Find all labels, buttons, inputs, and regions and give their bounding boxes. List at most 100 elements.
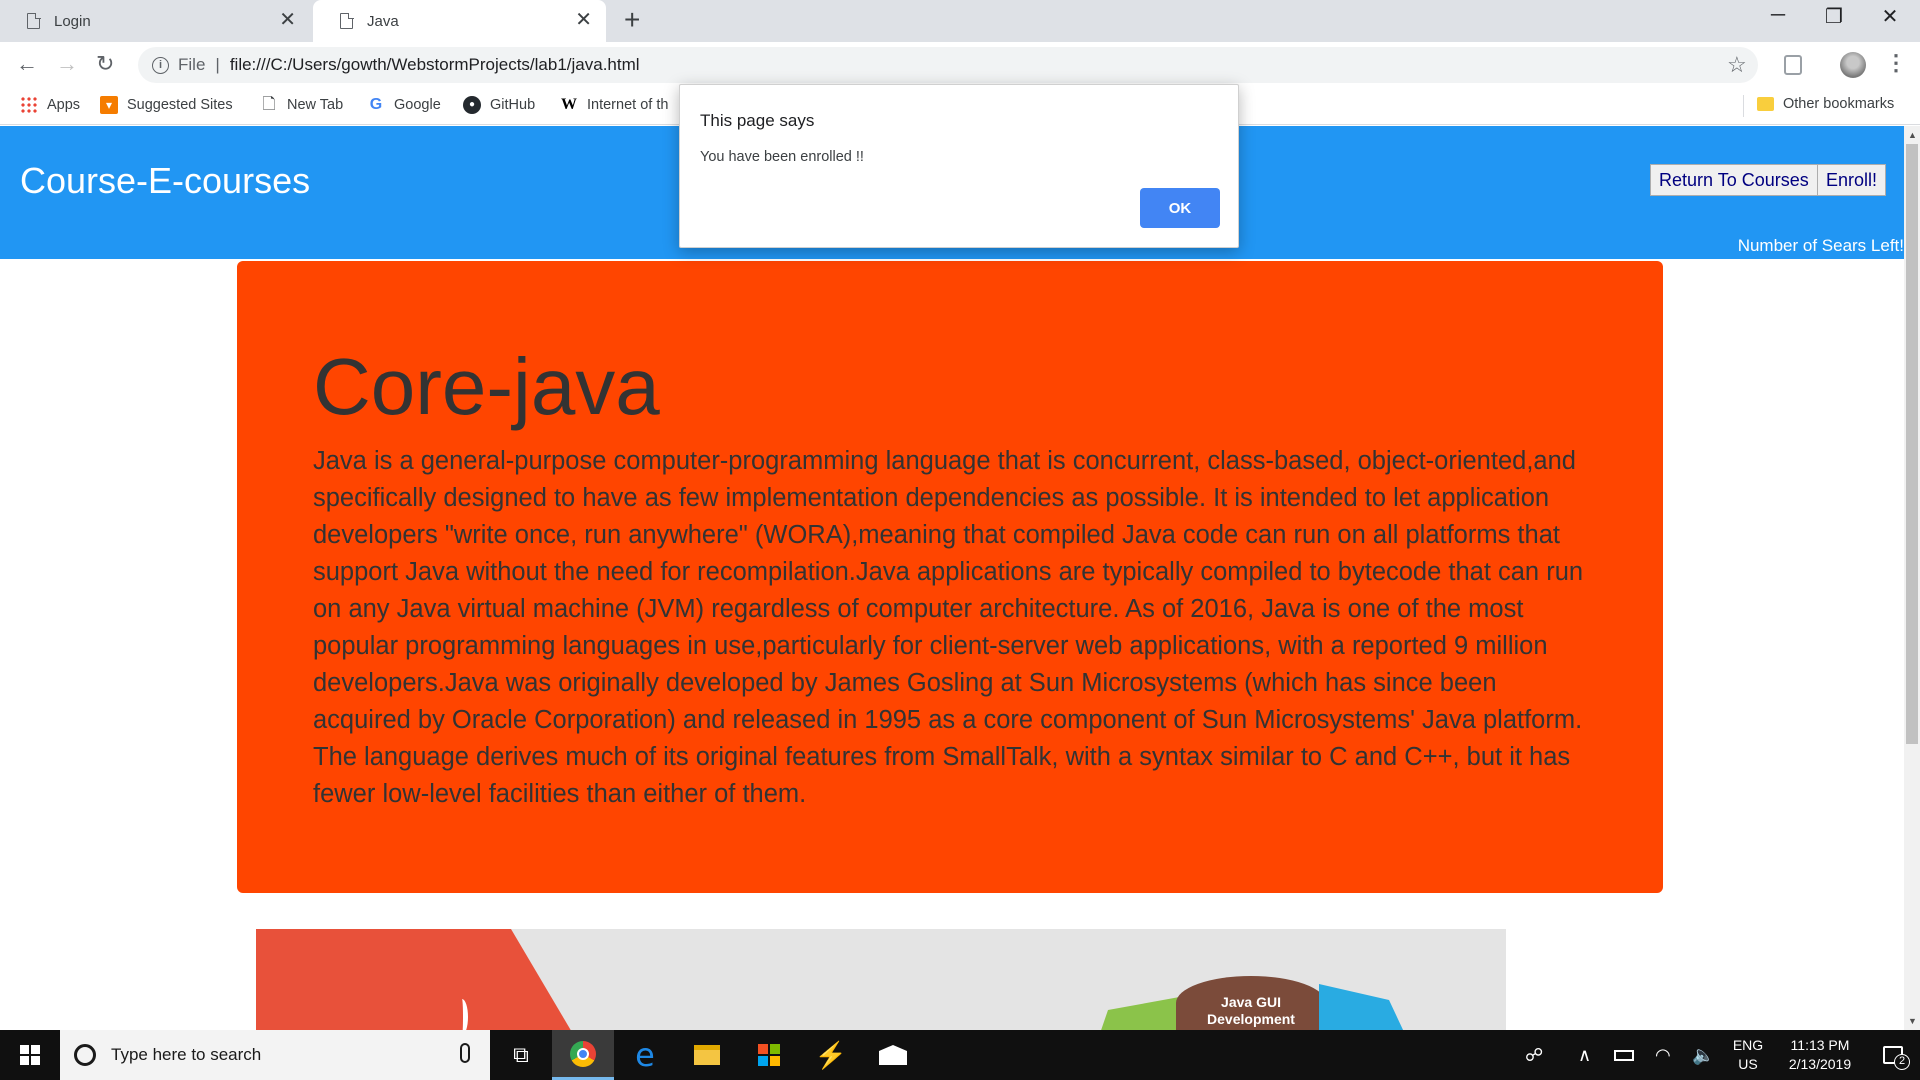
lang-line-1: ENG xyxy=(1732,1037,1764,1053)
alert-ok-button[interactable]: OK xyxy=(1140,188,1220,228)
address-bar[interactable]: i File | file:///C:/Users/gowth/Webstorm… xyxy=(138,47,1758,83)
lang-line-2: US xyxy=(1738,1056,1758,1072)
bookmark-other[interactable]: Other bookmarks xyxy=(1757,96,1894,112)
scroll-down-arrow-icon[interactable]: ▼ xyxy=(1908,1016,1917,1026)
webstorm-icon[interactable]: ⚡ xyxy=(800,1030,862,1080)
url-text[interactable]: file:///C:/Users/gowth/WebstormProjects/… xyxy=(230,55,640,75)
google-icon: G xyxy=(369,96,383,113)
tab-java[interactable]: Java ✕ xyxy=(313,0,606,42)
taskbar-chrome[interactable] xyxy=(552,1030,614,1080)
taskbar-clock[interactable]: 11:13 PM 2/13/2019 xyxy=(1775,1030,1865,1080)
profile-avatar[interactable] xyxy=(1840,52,1866,78)
tab-title: Java xyxy=(367,12,399,30)
close-window-button[interactable]: ✕ xyxy=(1862,4,1918,29)
microphone-icon[interactable] xyxy=(460,1043,470,1063)
bookmark-github[interactable]: ● GitHub xyxy=(463,96,535,114)
scroll-thumb[interactable] xyxy=(1906,144,1918,744)
page-scrollbar[interactable]: ▲ ▼ xyxy=(1904,126,1920,1030)
course-image: Java GUI Development xyxy=(256,929,1506,1030)
extension-icon[interactable] xyxy=(1784,55,1802,75)
alert-title: This page says xyxy=(700,111,815,130)
alert-message: You have been enrolled !! xyxy=(700,149,864,165)
input-language-indicator[interactable]: ENG US xyxy=(1730,1030,1766,1080)
close-tab-icon[interactable]: ✕ xyxy=(279,10,296,30)
battery-shape xyxy=(1614,1049,1634,1061)
battery-icon[interactable] xyxy=(1614,1030,1634,1080)
page-icon xyxy=(340,12,354,29)
wifi-icon[interactable]: ◠ xyxy=(1655,1030,1671,1080)
store-icon xyxy=(758,1044,780,1066)
show-hidden-icons-chevron-icon[interactable]: ∧ xyxy=(1578,1030,1591,1080)
taskbar-search-box[interactable]: Type here to search xyxy=(60,1030,490,1080)
tab-title: Login xyxy=(54,12,91,30)
reload-icon[interactable]: ↻ xyxy=(96,50,114,78)
wikipedia-icon: W xyxy=(561,96,577,113)
scheme-label: File xyxy=(178,55,206,74)
page-viewport: Course-E-courses Return To Courses Enrol… xyxy=(0,126,1904,1030)
site-title: Course-E-courses xyxy=(20,160,311,201)
close-tab-icon[interactable]: ✕ xyxy=(575,10,592,30)
taskbar-store[interactable] xyxy=(738,1030,800,1080)
bookmark-label: New Tab xyxy=(287,97,344,113)
apps-grid-icon xyxy=(20,96,38,114)
page-icon xyxy=(27,12,41,29)
windows-logo-icon xyxy=(20,1045,40,1065)
image-wheel-segment-blue xyxy=(1319,984,1419,1030)
forward-arrow-icon[interactable]: → xyxy=(56,50,78,78)
seats-left-label: Number of Sears Left! xyxy=(1737,236,1904,255)
bookmark-star-icon[interactable]: ☆ xyxy=(1727,52,1747,78)
notification-count-badge: 2 xyxy=(1894,1054,1910,1070)
more-menu-icon[interactable]: ⋮ xyxy=(1885,50,1907,76)
folder-icon xyxy=(1757,97,1774,111)
taskbar-mail[interactable] xyxy=(862,1030,924,1080)
minimize-button[interactable]: ─ xyxy=(1750,4,1806,27)
bookmark-apps[interactable]: Apps xyxy=(20,96,80,114)
course-card: Core-java Java is a general-purpose comp… xyxy=(237,261,1663,893)
course-description: Java is a general-purpose computer-progr… xyxy=(313,447,1584,808)
start-button[interactable] xyxy=(0,1030,60,1080)
suggested-sites-icon: ▾ xyxy=(100,96,118,114)
search-placeholder: Type here to search xyxy=(111,1045,262,1064)
edge-icon[interactable]: e xyxy=(614,1030,676,1080)
enroll-button[interactable]: Enroll! xyxy=(1817,164,1887,196)
bookmark-internet-of-things[interactable]: W Internet of th xyxy=(560,96,680,114)
bookmark-label: Apps xyxy=(47,97,81,113)
bookmark-label: Other bookmarks xyxy=(1783,96,1895,112)
alert-dialog: This page says You have been enrolled !!… xyxy=(679,84,1239,248)
browser-toolbar: ← → ↻ i File | file:///C:/Users/gowth/We… xyxy=(0,42,1920,88)
bookmark-new-tab[interactable]: 🗋 New Tab xyxy=(260,96,344,114)
new-tab-button[interactable]: + xyxy=(624,6,640,34)
taskbar-file-explorer[interactable] xyxy=(676,1030,738,1080)
volume-icon[interactable]: 🔈 xyxy=(1692,1030,1714,1080)
back-arrow-icon[interactable]: ← xyxy=(16,50,38,78)
chrome-icon xyxy=(570,1040,596,1067)
task-view-icon[interactable]: ⧉ xyxy=(490,1030,552,1080)
image-wheel-label: Java GUI Development xyxy=(1207,994,1295,1027)
maximize-button[interactable]: ❐ xyxy=(1806,4,1862,29)
bookmark-label: Internet of th xyxy=(587,97,669,113)
clock-time: 11:13 PM xyxy=(1790,1037,1850,1053)
file-explorer-icon xyxy=(694,1045,720,1065)
bookmark-label: GitHub xyxy=(490,97,536,113)
tab-login[interactable]: Login ✕ xyxy=(0,0,310,42)
image-red-shape xyxy=(256,929,576,1030)
windows-taskbar: Type here to search ⧉ e ⚡ ☍ ∧ ◠ 🔈 ENG US… xyxy=(0,1030,1920,1080)
browser-tab-strip: Login ✕ Java ✕ + ─ ❐ ✕ xyxy=(0,0,1920,42)
scroll-up-arrow-icon[interactable]: ▲ xyxy=(1908,130,1917,140)
return-to-courses-button[interactable]: Return To Courses xyxy=(1650,164,1818,196)
bookmark-label: Google xyxy=(394,97,441,113)
info-icon[interactable]: i xyxy=(152,56,169,74)
action-center-button[interactable]: 2 xyxy=(1866,1030,1920,1080)
java-logo-swoosh xyxy=(456,999,468,1030)
page-icon: 🗋 xyxy=(262,96,276,113)
mail-icon xyxy=(879,1045,907,1065)
bookmark-google[interactable]: G Google xyxy=(367,96,441,114)
bookmark-label: Suggested Sites xyxy=(127,97,233,113)
cortana-icon xyxy=(74,1044,96,1066)
github-icon: ● xyxy=(463,96,481,114)
people-icon[interactable]: ☍ xyxy=(1525,1030,1543,1080)
bookmarks-divider xyxy=(1743,95,1744,117)
address-separator: | xyxy=(215,55,220,74)
bookmark-suggested-sites[interactable]: ▾ Suggested Sites xyxy=(100,96,233,114)
course-title: Core-java xyxy=(313,342,660,431)
